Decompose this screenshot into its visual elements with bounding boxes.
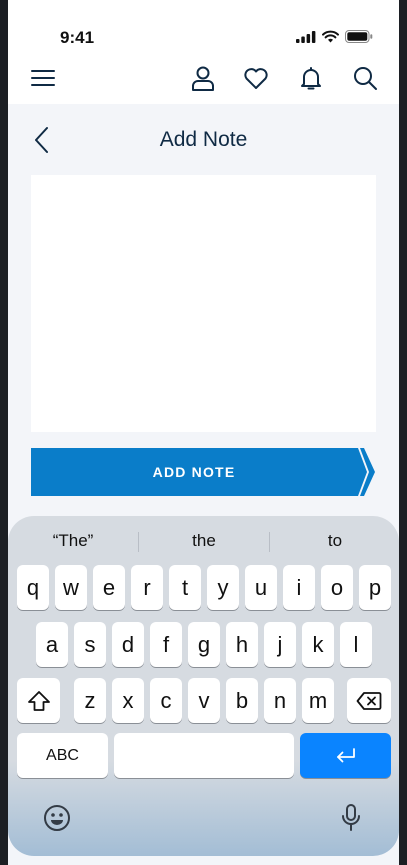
search-icon[interactable]	[351, 64, 379, 92]
key[interactable]: y	[207, 565, 239, 610]
key[interactable]: f	[150, 622, 182, 667]
key[interactable]: n	[264, 678, 296, 723]
key[interactable]: s	[74, 622, 106, 667]
shift-icon	[27, 690, 50, 711]
bell-icon[interactable]	[297, 64, 325, 92]
key[interactable]: d	[112, 622, 144, 667]
key[interactable]: h	[226, 622, 258, 667]
add-note-button-label: ADD NOTE	[152, 464, 236, 480]
key[interactable]: a	[36, 622, 68, 667]
key[interactable]: k	[302, 622, 334, 667]
top-navigation	[8, 56, 399, 104]
emoji-icon[interactable]	[43, 804, 71, 832]
heart-icon[interactable]	[242, 64, 270, 92]
abc-key[interactable]: ABC	[17, 733, 108, 778]
add-note-button[interactable]: ADD NOTE	[31, 448, 377, 496]
status-icons	[296, 30, 373, 43]
return-key[interactable]	[300, 733, 391, 778]
key[interactable]: p	[359, 565, 391, 610]
key[interactable]: g	[188, 622, 220, 667]
return-icon	[336, 747, 355, 762]
key[interactable]: t	[169, 565, 201, 610]
page-title: Add Note	[159, 128, 248, 151]
key[interactable]: q	[17, 565, 49, 610]
key[interactable]: v	[188, 678, 220, 723]
key[interactable]: j	[264, 622, 296, 667]
microphone-icon[interactable]	[340, 803, 362, 833]
key[interactable]: z	[74, 678, 106, 723]
key[interactable]: e	[93, 565, 125, 610]
key[interactable]: w	[55, 565, 87, 610]
key[interactable]: r	[131, 565, 163, 610]
shift-key[interactable]	[17, 678, 60, 723]
key[interactable]: i	[283, 565, 315, 610]
user-icon[interactable]	[189, 64, 217, 92]
page-header: Add Note	[8, 104, 399, 174]
key[interactable]: u	[245, 565, 277, 610]
app-screen: 9:41 Add Note ADD NOTE “The” the to q w …	[0, 0, 407, 865]
status-time: 9:41	[60, 28, 95, 47]
key[interactable]: x	[112, 678, 144, 723]
space-key[interactable]	[114, 733, 294, 778]
on-screen-keyboard: “The” the to q w e r t y u i o p a s d f…	[8, 516, 399, 856]
key[interactable]: b	[226, 678, 258, 723]
delete-key[interactable]	[347, 678, 391, 723]
signal-icon	[296, 31, 316, 43]
suggestion-item[interactable]: “The”	[8, 526, 138, 556]
keyboard-suggestions: “The” the to	[8, 526, 399, 556]
key[interactable]: o	[321, 565, 353, 610]
backspace-icon	[356, 691, 382, 710]
key[interactable]: c	[150, 678, 182, 723]
key[interactable]: l	[340, 622, 372, 667]
wifi-icon	[322, 30, 339, 43]
suggestion-item[interactable]: to	[270, 526, 399, 556]
status-bar: 9:41	[8, 0, 399, 56]
note-text-area[interactable]	[31, 175, 376, 432]
suggestion-item[interactable]: the	[139, 526, 269, 556]
battery-icon	[345, 30, 373, 43]
keyboard-bottom-bar	[8, 796, 399, 846]
menu-icon[interactable]	[29, 64, 57, 92]
key[interactable]: m	[302, 678, 334, 723]
